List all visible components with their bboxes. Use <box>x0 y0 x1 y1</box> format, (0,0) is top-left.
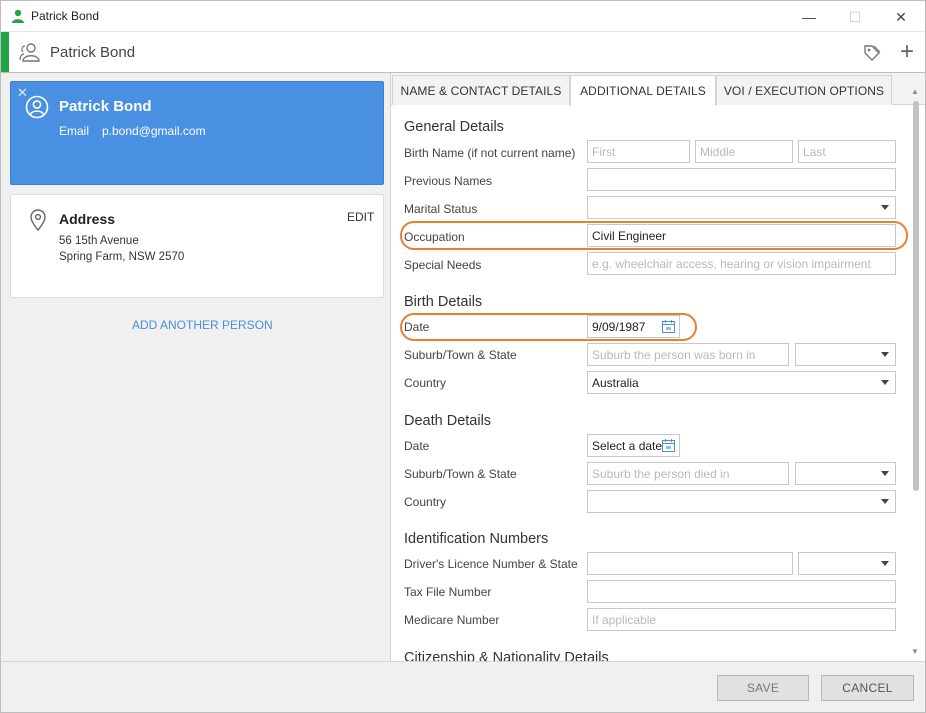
birth-country-value: Australia <box>592 375 639 390</box>
death-date-value: Select a date <box>592 438 663 453</box>
dialog-footer: SAVE CANCEL <box>0 661 926 713</box>
birth-middle-name-input[interactable]: Middle <box>695 140 793 163</box>
tab-bar: NAME & CONTACT DETAILS ADDITIONAL DETAIL… <box>391 73 925 106</box>
minimize-button[interactable]: — <box>787 5 831 29</box>
occupation-label: Occupation <box>404 230 465 244</box>
medicare-label: Medicare Number <box>404 613 500 627</box>
window-title: Patrick Bond <box>31 9 100 23</box>
licence-label: Driver's Licence Number & State <box>404 557 578 571</box>
death-country-label: Country <box>404 495 447 509</box>
occupation-input[interactable]: Civil Engineer <box>587 224 896 247</box>
chevron-down-icon <box>881 352 889 357</box>
birth-date-picker[interactable]: 9/09/1987 <box>587 315 680 338</box>
licence-state-select[interactable] <box>798 552 896 575</box>
location-pin-icon <box>30 209 46 231</box>
email-value: p.bond@gmail.com <box>102 124 206 138</box>
header-accent-bar <box>1 32 9 72</box>
people-panel: ✕ Patrick Bond Email p.bond@gmail.com Ad… <box>0 73 391 661</box>
chevron-down-icon <box>881 561 889 566</box>
chevron-down-icon <box>881 205 889 210</box>
birth-name-label: Birth Name (if not current name) <box>404 146 576 160</box>
birth-country-select[interactable]: Australia <box>587 371 896 394</box>
tab-additional-details[interactable]: ADDITIONAL DETAILS <box>570 75 716 106</box>
death-details-title: Death Details <box>404 413 492 429</box>
birth-last-name-input[interactable]: Last <box>798 140 896 163</box>
scroll-up-icon[interactable]: ▲ <box>911 87 919 96</box>
citizenship-title: Citizenship & Nationality Details <box>404 650 609 661</box>
marital-status-label: Marital Status <box>404 202 478 216</box>
birth-date-value: 9/09/1987 <box>592 319 646 334</box>
person-card-name: Patrick Bond <box>59 98 152 115</box>
address-card: Address EDIT 56 15th Avenue Spring Farm,… <box>10 194 384 298</box>
calendar-icon[interactable] <box>661 319 676 334</box>
person-icon <box>12 9 24 23</box>
birth-first-name-input[interactable]: First <box>587 140 690 163</box>
special-needs-label: Special Needs <box>404 258 482 272</box>
window-titlebar: Patrick Bond — ☐ ✕ <box>0 0 926 31</box>
general-details-title: General Details <box>404 119 504 135</box>
person-card[interactable]: ✕ Patrick Bond Email p.bond@gmail.com <box>10 81 384 185</box>
tab-name-contact[interactable]: NAME & CONTACT DETAILS <box>392 75 570 105</box>
identification-title: Identification Numbers <box>404 531 549 547</box>
special-needs-input[interactable]: e.g. wheelchair access, hearing or visio… <box>587 252 896 275</box>
death-country-select[interactable] <box>587 490 896 513</box>
previous-names-input[interactable] <box>587 168 896 191</box>
tfn-input[interactable] <box>587 580 896 603</box>
tfn-label: Tax File Number <box>404 585 492 599</box>
edit-address-button[interactable]: EDIT <box>347 210 374 224</box>
details-panel: NAME & CONTACT DETAILS ADDITIONAL DETAIL… <box>391 73 926 661</box>
licence-number-input[interactable] <box>587 552 793 575</box>
chevron-down-icon <box>881 471 889 476</box>
email-label: Email <box>59 124 90 138</box>
maximize-button[interactable]: ☐ <box>833 5 877 29</box>
header-person-name: Patrick Bond <box>50 44 136 61</box>
address-line-1: 56 15th Avenue <box>59 235 139 247</box>
death-state-select[interactable] <box>795 462 896 485</box>
death-suburb-label: Suburb/Town & State <box>404 467 517 481</box>
person-header: Patrick Bond + <box>0 31 926 73</box>
birth-suburb-label: Suburb/Town & State <box>404 348 517 362</box>
chevron-down-icon <box>881 499 889 504</box>
birth-country-label: Country <box>404 376 447 390</box>
medicare-input[interactable]: If applicable <box>587 608 896 631</box>
tag-icon[interactable] <box>863 44 881 62</box>
tab-voi-execution[interactable]: VOI / EXECUTION OPTIONS <box>716 75 892 105</box>
cancel-button[interactable]: CANCEL <box>821 675 914 701</box>
marital-status-select[interactable] <box>587 196 896 219</box>
add-another-person-link[interactable]: ADD ANOTHER PERSON <box>132 318 273 332</box>
chevron-down-icon <box>881 380 889 385</box>
close-window-button[interactable]: ✕ <box>879 5 923 29</box>
calendar-icon[interactable] <box>661 438 676 453</box>
scroll-down-icon[interactable]: ▼ <box>911 647 919 656</box>
save-button[interactable]: SAVE <box>717 675 809 701</box>
address-line-2: Spring Farm, NSW 2570 <box>59 251 185 263</box>
person-group-icon <box>19 43 40 62</box>
birth-details-title: Birth Details <box>404 294 483 310</box>
death-suburb-input[interactable]: Suburb the person died in <box>587 462 789 485</box>
user-circle-icon <box>25 95 49 119</box>
scrollbar-thumb[interactable] <box>913 101 919 491</box>
address-title: Address <box>59 211 116 227</box>
plus-icon[interactable]: + <box>897 40 917 64</box>
birth-date-label: Date <box>404 320 430 334</box>
birth-suburb-input[interactable]: Suburb the person was born in <box>587 343 789 366</box>
vertical-scrollbar[interactable]: ▲ ▼ <box>909 85 921 661</box>
death-date-picker[interactable]: Select a date <box>587 434 680 457</box>
death-date-label: Date <box>404 439 430 453</box>
birth-state-select[interactable] <box>795 343 896 366</box>
previous-names-label: Previous Names <box>404 174 493 188</box>
